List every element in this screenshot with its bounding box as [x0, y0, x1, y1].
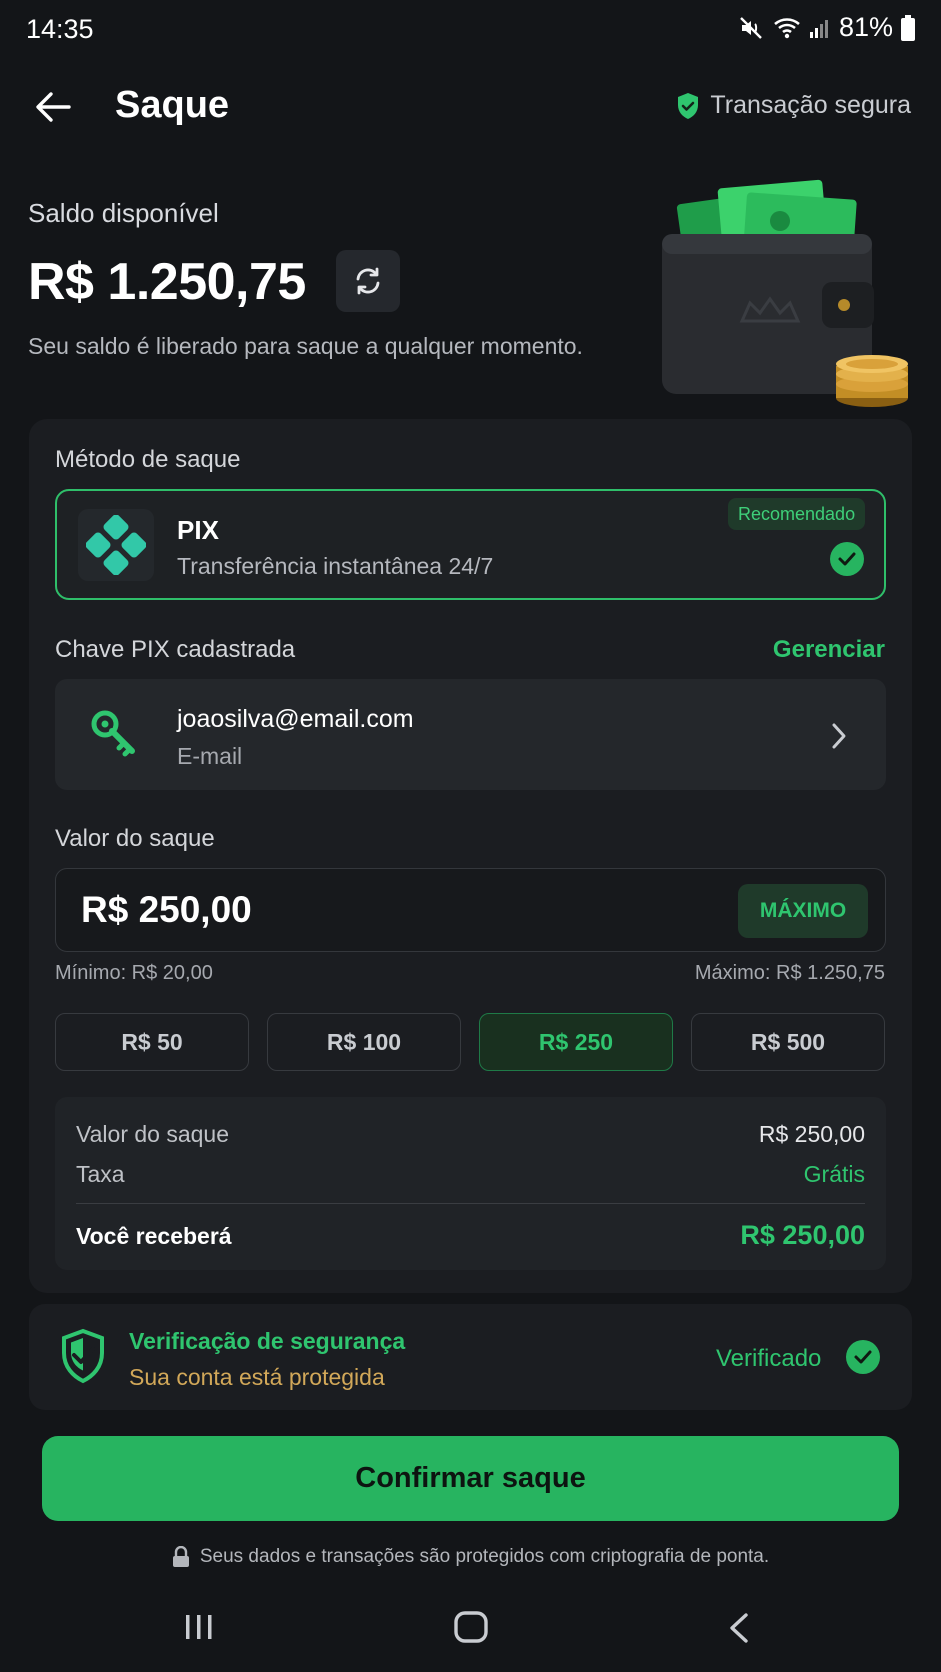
amount-value[interactable]: R$ 250,00: [81, 889, 252, 931]
pix-key-label: Chave PIX cadastrada: [55, 636, 296, 663]
pix-key-type: E-mail: [177, 743, 243, 769]
manage-keys-link[interactable]: Gerenciar: [773, 636, 885, 664]
summary-total-label: Você receberá: [76, 1223, 232, 1249]
footer-note-text: Seus dados e transações são protegidos c…: [199, 1546, 770, 1567]
verified-check-icon: [846, 1340, 880, 1374]
security-status: Verificado: [716, 1345, 822, 1372]
refresh-icon: [356, 267, 380, 295]
summary-total-value: R$ 250,00: [740, 1220, 865, 1250]
method-name: PIX: [177, 515, 219, 545]
recent-apps-icon[interactable]: [183, 1612, 215, 1642]
summary-amount-label: Valor do saque: [76, 1121, 230, 1147]
page-title: Saque: [115, 84, 230, 126]
balance-subtitle: Seu saldo é liberado para saque a qualqu…: [28, 333, 583, 359]
wifi-icon: [774, 17, 800, 38]
quick-amount-100[interactable]: R$ 100: [267, 1013, 461, 1071]
security-title: Verificação de segurança: [129, 1328, 406, 1354]
balance-label: Saldo disponível: [28, 198, 219, 228]
method-label: Método de saque: [55, 446, 241, 473]
summary-fee-value: Grátis: [803, 1161, 865, 1187]
battery-icon: [901, 14, 915, 41]
back-button[interactable]: [32, 86, 74, 128]
summary-fee-label: Taxa: [76, 1161, 125, 1187]
pix-key-selector[interactable]: [55, 679, 886, 790]
secure-label: Transação segura: [710, 91, 911, 119]
secure-transaction-tag: Transação segura: [676, 91, 911, 120]
refresh-balance-button[interactable]: [336, 250, 400, 312]
status-icons: 81%: [739, 12, 915, 43]
confirm-withdraw-button[interactable]: Confirmar saque: [42, 1436, 899, 1521]
max-amount-button[interactable]: MÁXIMO: [738, 884, 868, 938]
amount-label: Valor do saque: [55, 825, 215, 852]
footer-note: Seus dados e transações são protegidos c…: [0, 1546, 941, 1568]
summary-amount-value: R$ 250,00: [758, 1121, 865, 1147]
security-shield-icon: [62, 1328, 104, 1384]
pix-key-value: joaosilva@email.com: [177, 705, 414, 733]
max-amount-text: Máximo: R$ 1.250,75: [694, 962, 885, 984]
lock-icon: [172, 1546, 189, 1567]
status-time: 14:35: [26, 14, 94, 44]
quick-amount-50[interactable]: R$ 50: [55, 1013, 249, 1071]
summary-divider: [76, 1203, 865, 1204]
shield-check-icon: [678, 92, 699, 119]
min-amount-text: Mínimo: R$ 20,00: [55, 962, 213, 984]
pix-logo: [78, 509, 154, 581]
pix-icon: [86, 515, 146, 575]
battery-percent: 81%: [838, 12, 893, 42]
security-subtitle: Sua conta está protegida: [129, 1364, 385, 1390]
wallet-illustration: [662, 179, 908, 407]
key-icon: [91, 710, 135, 757]
chevron-right-icon: [832, 723, 846, 749]
home-icon[interactable]: [453, 1610, 489, 1644]
mute-icon: [740, 16, 762, 39]
balance-amount: R$ 1.250,75: [28, 253, 306, 311]
back-arrow-icon: [36, 92, 71, 122]
quick-amount-500[interactable]: R$ 500: [691, 1013, 885, 1071]
nav-back-icon[interactable]: [727, 1612, 751, 1644]
signal-icon: [809, 19, 828, 38]
quick-amount-250[interactable]: R$ 250: [479, 1013, 673, 1071]
recommended-badge: Recomendado: [728, 498, 866, 530]
method-selected-check-icon: [830, 542, 864, 576]
method-description: Transferência instantânea 24/7: [177, 553, 494, 579]
